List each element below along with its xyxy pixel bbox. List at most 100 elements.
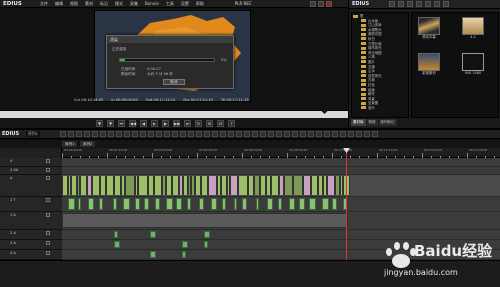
timeline-tool-icon[interactable] [268, 131, 274, 137]
rewind-icon[interactable]: ◀◀ [129, 119, 136, 127]
title-clip[interactable] [332, 198, 337, 210]
title-clip[interactable] [88, 198, 94, 210]
timeline-tool-icon[interactable] [180, 131, 186, 137]
timeline-tool-icon[interactable] [340, 131, 346, 137]
track-lock-icon[interactable] [46, 231, 50, 235]
timeline-track[interactable] [62, 167, 500, 175]
audio-clip[interactable] [204, 241, 208, 248]
title-clip[interactable] [199, 198, 204, 210]
title-clip[interactable] [123, 198, 130, 210]
track-lock-icon[interactable] [46, 198, 50, 202]
overwrite-icon[interactable]: ⊟ [217, 119, 224, 127]
track-lock-icon[interactable] [46, 176, 50, 180]
sequence-name[interactable]: 序列1 [26, 131, 41, 137]
timeline-track[interactable] [62, 212, 500, 230]
track-lock-icon[interactable] [46, 168, 50, 172]
track-lock-icon[interactable] [46, 159, 50, 163]
title-clip[interactable] [144, 198, 149, 210]
timeline-tool-icon[interactable] [236, 131, 242, 137]
set-in-icon[interactable]: ▼ [96, 119, 103, 127]
title-clip[interactable] [176, 198, 182, 210]
video-clip[interactable] [125, 176, 135, 195]
menu-item[interactable]: Bonnie [145, 1, 159, 7]
video-clip[interactable] [208, 176, 217, 195]
audio-clip[interactable] [114, 231, 118, 238]
clip-thumbnail[interactable]: 4-2 [462, 17, 484, 39]
track-lock-icon[interactable] [46, 213, 50, 217]
cancel-button[interactable]: 取消 [163, 79, 185, 85]
timeline-tool-icon[interactable] [228, 131, 234, 137]
video-clip[interactable] [154, 176, 162, 195]
timeline-track[interactable] [62, 158, 500, 167]
track-header[interactable]: V [0, 158, 62, 167]
bin-view-icon[interactable] [425, 1, 431, 7]
timeline-tool-icon[interactable] [60, 131, 66, 137]
bin-tab[interactable]: 素材库 [351, 119, 366, 126]
video-clip[interactable] [238, 176, 248, 195]
timeline-tool-icon[interactable] [164, 131, 170, 137]
timeline-tool-icon[interactable] [252, 131, 258, 137]
export-icon[interactable]: ⇪ [228, 119, 235, 127]
title-clip[interactable] [289, 198, 295, 210]
step-forward-icon[interactable]: ▶ [162, 119, 169, 127]
menu-item[interactable]: 设置 [181, 1, 189, 7]
audio-clip[interactable] [150, 231, 156, 238]
step-back-icon[interactable]: ◀ [140, 119, 147, 127]
timeline-tool-icon[interactable] [124, 131, 130, 137]
fast-forward-icon[interactable]: ▶▶ [173, 119, 180, 127]
menu-item[interactable]: 帮助 [196, 1, 204, 7]
close-button[interactable] [326, 1, 332, 7]
timeline-tool-icon[interactable] [292, 131, 298, 137]
bin-folder-icon[interactable] [389, 1, 395, 7]
menu-item[interactable]: 工具 [166, 1, 174, 7]
title-clip[interactable] [278, 198, 282, 210]
timeline-tool-icon[interactable] [132, 131, 138, 137]
timeline-tool-icon[interactable] [364, 131, 370, 137]
position-scrubber[interactable] [0, 110, 348, 118]
video-clip[interactable] [172, 176, 179, 195]
timeline-tool-icon[interactable] [92, 131, 98, 137]
timeline-tool-icon[interactable] [300, 131, 306, 137]
video-clip[interactable] [311, 176, 318, 195]
timeline-tool-icon[interactable] [188, 131, 194, 137]
menu-item[interactable]: 模式 [115, 1, 123, 7]
playhead-line[interactable] [346, 148, 347, 260]
title-clip[interactable] [322, 198, 329, 210]
title-clip[interactable] [222, 198, 226, 210]
timeline-tool-icon[interactable] [108, 131, 114, 137]
menu-item[interactable]: 素材 [85, 1, 93, 7]
timeline-tool-icon[interactable] [68, 131, 74, 137]
timeline-tool-icon[interactable] [276, 131, 282, 137]
timeline-tool-icon[interactable] [284, 131, 290, 137]
title-clip[interactable] [135, 198, 140, 210]
tab-sequence-1[interactable]: 序列1 [62, 141, 78, 147]
timeline-tool-icon[interactable] [116, 131, 122, 137]
menu-item[interactable]: 标记 [100, 1, 108, 7]
audio-clip[interactable] [204, 231, 210, 238]
timeline-track[interactable] [62, 197, 500, 212]
clip-thumbnail[interactable]: IMG 1080 [462, 53, 484, 75]
video-clip[interactable] [92, 176, 100, 195]
timeline-tool-icon[interactable] [140, 131, 146, 137]
track-header[interactable]: A [0, 175, 62, 197]
track-header[interactable]: 1 VA [0, 167, 62, 175]
timeline-tool-icon[interactable] [356, 131, 362, 137]
title-clip[interactable] [187, 198, 191, 210]
timeline-tool-icon[interactable] [316, 131, 322, 137]
video-clip[interactable] [114, 176, 121, 195]
menu-item[interactable]: 采集 [130, 1, 138, 7]
maximize-button[interactable] [318, 1, 324, 7]
minimize-button[interactable] [310, 1, 316, 7]
clip-thumbnail[interactable]: 影视素材 [418, 53, 440, 75]
menu-item[interactable]: 文件 [40, 1, 48, 7]
bin-add-icon[interactable] [407, 1, 413, 7]
timeline-tool-icon[interactable] [84, 131, 90, 137]
title-clip[interactable] [78, 198, 81, 210]
timeline-tool-icon[interactable] [76, 131, 82, 137]
go-start-icon[interactable]: ⏮ [118, 119, 125, 127]
bin-settings-icon[interactable] [443, 1, 449, 7]
timeline-tool-icon[interactable] [308, 131, 314, 137]
go-end-icon[interactable]: ⏭ [184, 119, 191, 127]
track-lock-icon[interactable] [46, 251, 50, 255]
timeline-tool-icon[interactable] [172, 131, 178, 137]
